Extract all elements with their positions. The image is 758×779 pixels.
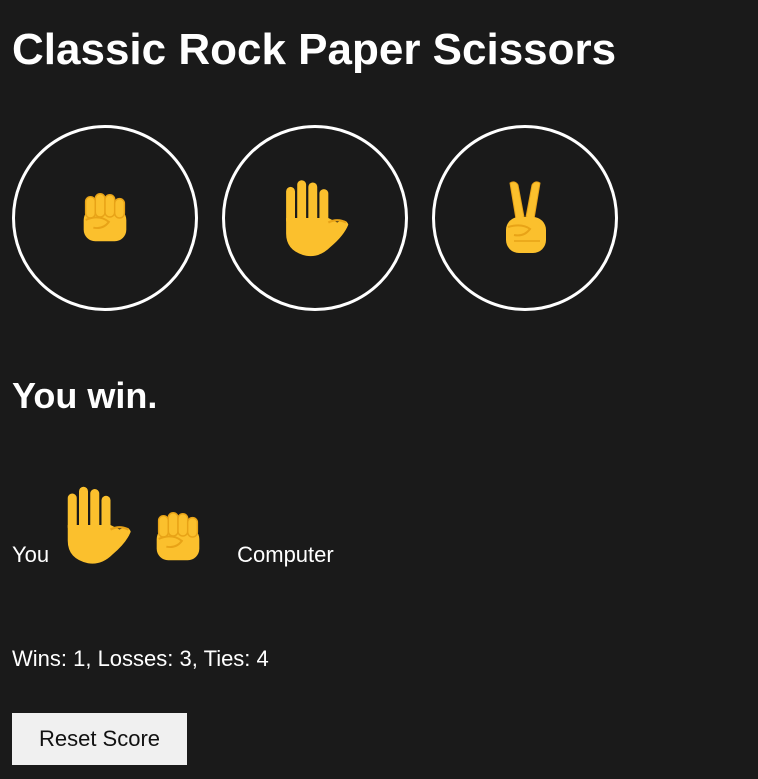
paper-hand-icon [279, 178, 351, 258]
rock-fist-icon [74, 187, 136, 249]
player-label: You [12, 542, 50, 567]
paper-button[interactable] [222, 125, 408, 311]
score-text: Wins: 1, Losses: 3, Ties: 4 [12, 646, 269, 671]
result-message: You win. [12, 375, 158, 416]
page-title: Classic Rock Paper Scissors [12, 25, 617, 74]
player-choice-paper-icon [61, 482, 133, 568]
matchup-display: You Computer [12, 478, 334, 568]
scissors-victory-hand-icon [498, 179, 552, 257]
rock-button[interactable] [12, 125, 198, 311]
reset-score-button[interactable]: Reset Score [12, 713, 187, 765]
game-page: Classic Rock Paper Scissors You win. You… [0, 0, 758, 779]
computer-choice-rock-icon [147, 506, 209, 568]
choice-buttons [12, 125, 618, 311]
scissors-button[interactable] [432, 125, 618, 311]
computer-label: Computer [237, 542, 334, 567]
